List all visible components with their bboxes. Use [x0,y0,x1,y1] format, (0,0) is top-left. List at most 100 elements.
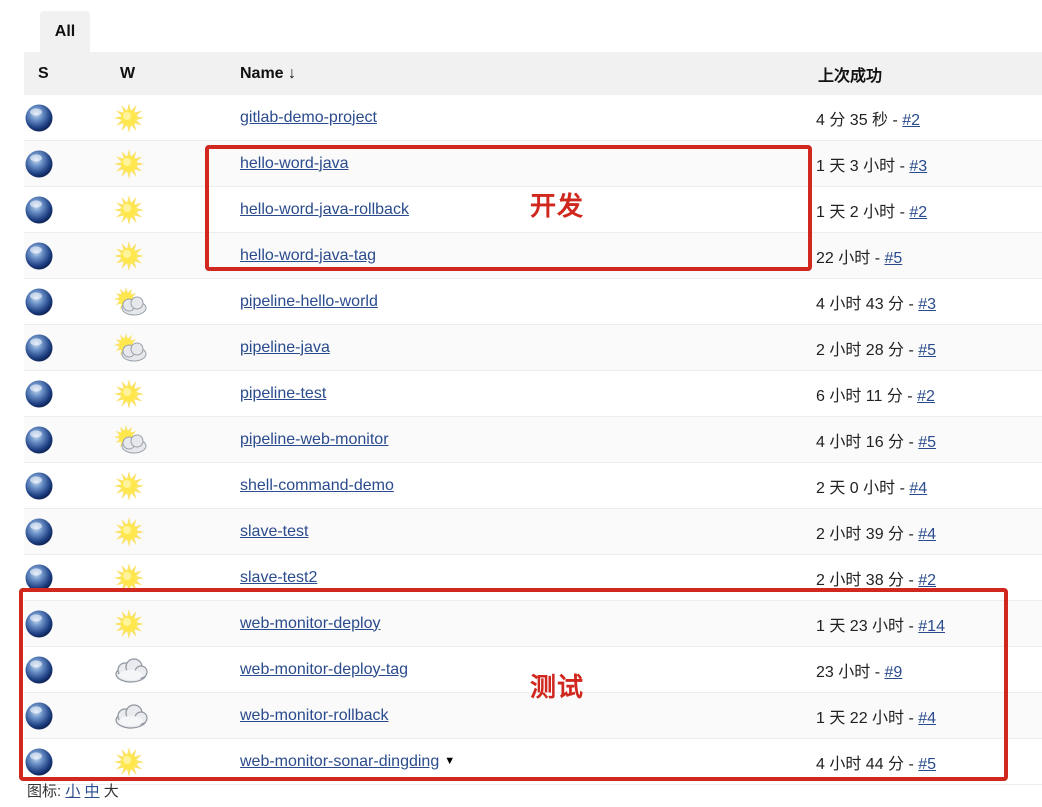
job-link[interactable]: pipeline-test [240,385,326,402]
build-link[interactable]: #2 [909,204,927,221]
build-link[interactable]: #3 [918,296,936,313]
build-link[interactable]: #4 [909,480,927,497]
header-status[interactable]: S [24,52,112,95]
weather-cell [112,739,240,785]
sort-indicator: ↓ [288,64,297,82]
table-row: pipeline-hello-world 4 小时 43 分 - #3 [24,279,1042,325]
weather-cell [112,692,240,739]
table-row: pipeline-test 6 小时 11 分 - #2 [24,371,1042,417]
weather-cell [112,140,240,187]
status-cell [24,600,112,647]
status-ball-blue-icon [25,150,53,177]
weather-cell [112,416,240,463]
icon-size-medium-link[interactable]: 中 [85,783,100,800]
sunny-icon [114,746,144,777]
status-cell [24,647,112,693]
job-link[interactable]: pipeline-hello-world [240,293,378,310]
job-link[interactable]: slave-test [240,523,308,540]
status-ball-blue-icon [25,196,53,223]
last-success-time: 6 小时 11 分 - [816,387,918,405]
last-success-cell: 1 天 23 小时 - #14 [816,600,1042,647]
status-ball-blue-icon [25,242,53,269]
build-link[interactable]: #14 [918,618,945,635]
header-weather[interactable]: W [112,52,240,95]
cloudy-icon [115,657,148,683]
table-row: pipeline-java 2 小时 28 分 - #5 [24,324,1042,371]
job-link[interactable]: hello-word-java [240,155,349,172]
status-ball-blue-icon [25,564,53,591]
status-ball-blue-icon [25,518,53,545]
status-cell [24,416,112,463]
job-link[interactable]: web-monitor-sonar-dingding [240,753,439,770]
icon-size-small-link[interactable]: 小 [65,783,80,800]
sunny-icon [114,562,144,593]
last-success-time: 2 小时 38 分 - [816,571,919,589]
sunny-icon [114,378,144,409]
build-link[interactable]: #4 [918,710,936,727]
build-link[interactable]: #5 [918,342,936,359]
icon-size-large-current: 大 [103,783,119,800]
weather-cell [112,463,240,509]
job-name-cell: web-monitor-deploy [240,600,816,647]
partly-cloudy-icon [114,332,147,361]
header-name-label: Name [240,64,284,82]
status-cell [24,371,112,417]
last-success-cell: 22 小时 - #5 [816,232,1042,279]
weather-cell [112,508,240,555]
job-name-cell: gitlab-demo-project [240,95,816,141]
build-link[interactable]: #3 [909,158,927,175]
job-link[interactable]: shell-command-demo [240,477,394,494]
last-success-time: 4 分 35 秒 - [816,111,903,129]
job-link[interactable]: web-monitor-deploy-tag [240,661,408,678]
sunny-icon [114,470,144,501]
table-row: gitlab-demo-project 4 分 35 秒 - #2 [24,95,1042,141]
last-success-time: 2 小时 28 分 - [816,341,919,359]
job-name-cell: shell-command-demo [240,463,816,509]
job-link[interactable]: pipeline-web-monitor [240,431,389,448]
job-link[interactable]: hello-word-java-rollback [240,201,409,218]
status-ball-blue-icon [25,288,53,315]
weather-cell [112,555,240,601]
build-link[interactable]: #2 [917,388,935,405]
job-name-cell: slave-test2 [240,555,816,601]
status-cell [24,95,112,141]
build-link[interactable]: #5 [884,250,902,267]
table-row: pipeline-web-monitor 4 小时 16 分 - #5 [24,416,1042,463]
status-cell [24,140,112,187]
last-success-cell: 4 分 35 秒 - #2 [816,95,1042,141]
job-menu-dropdown-icon[interactable]: ▼ [444,755,455,767]
job-name-cell: web-monitor-rollback [240,692,816,739]
job-link[interactable]: gitlab-demo-project [240,109,377,126]
job-name-cell: pipeline-web-monitor [240,416,816,463]
job-link[interactable]: hello-word-java-tag [240,247,376,264]
last-success-time: 22 小时 - [816,249,885,267]
build-link[interactable]: #2 [918,572,936,589]
build-link[interactable]: #5 [918,434,936,451]
status-cell [24,739,112,785]
build-link[interactable]: #4 [918,526,936,543]
job-name-cell: hello-word-java [240,140,816,187]
build-link[interactable]: #9 [884,664,902,681]
header-last-success[interactable]: 上次成功 [816,52,1042,95]
job-link[interactable]: web-monitor-rollback [240,707,389,724]
header-name[interactable]: Name ↓ [240,52,816,95]
job-link[interactable]: pipeline-java [240,339,330,356]
table-row: slave-test 2 小时 39 分 - #4 [24,508,1042,555]
job-link[interactable]: slave-test2 [240,569,317,586]
last-success-time: 4 小时 44 分 - [816,755,919,773]
table-row: web-monitor-deploy 1 天 23 小时 - #14 [24,600,1042,647]
job-link[interactable]: web-monitor-deploy [240,615,381,632]
weather-cell [112,371,240,417]
job-name-cell: hello-word-java-rollback [240,187,816,233]
tab-all[interactable]: All [40,11,90,52]
cloudy-icon [115,703,148,729]
sunny-icon [114,194,144,225]
job-name-cell: web-monitor-sonar-dingding ▼ [240,739,816,785]
last-success-time: 1 天 22 小时 - [816,709,919,727]
status-ball-blue-icon [25,104,53,131]
build-link[interactable]: #2 [902,112,920,129]
status-cell [24,187,112,233]
build-link[interactable]: #5 [918,756,936,773]
table-row: slave-test2 2 小时 38 分 - #2 [24,555,1042,601]
last-success-cell: 6 小时 11 分 - #2 [816,371,1042,417]
